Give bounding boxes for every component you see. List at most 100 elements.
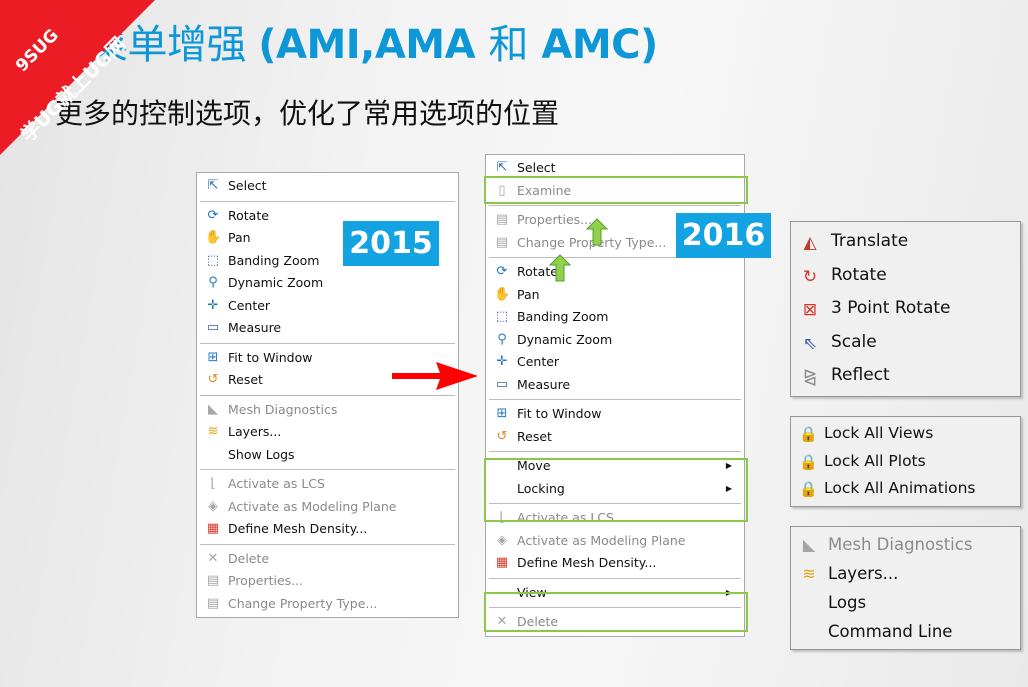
- menu-item-label: Activate as LCS: [228, 476, 325, 491]
- locking-submenu: 🔒 Lock All Views 🔒 Lock All Plots 🔒 Lock All …: [790, 416, 1021, 507]
- menu-item-move[interactable]: Move ▶: [486, 455, 744, 478]
- rotate-icon: ⟳: [496, 264, 508, 279]
- menu-item-logs[interactable]: Logs: [791, 588, 1020, 617]
- mesh-diagnostics-icon: ◣: [208, 401, 218, 417]
- menu-item-layers[interactable]: ≋ Layers...: [791, 559, 1020, 588]
- menu-item-activate-as-lcs[interactable]: ⌊ Activate as LCS: [486, 507, 744, 530]
- select-icon: ⇱: [207, 178, 219, 193]
- dynamic-zoom-icon: ⚲: [497, 331, 507, 347]
- change-property-type-icon: ▤: [206, 595, 220, 611]
- menu-item-activate-as-modeling-plane[interactable]: ◈ Activate as Modeling Plane: [197, 496, 458, 519]
- submenu-arrow-icon: ▶: [725, 483, 732, 493]
- menu-item-label: Select: [517, 160, 556, 175]
- menu-item-mesh-diagnostics[interactable]: ◣ Mesh Diagnostics: [197, 399, 458, 422]
- pan-icon: ✋: [205, 230, 222, 245]
- rotate-move-icon: ↻: [802, 266, 818, 287]
- menu-item-label: Reflect: [831, 365, 890, 385]
- menu-item-label: Locking: [517, 480, 565, 496]
- menu-item-rotate[interactable]: ⟳ Rotate: [486, 261, 744, 284]
- menu-item-properties[interactable]: ▤ Properties...: [197, 570, 458, 593]
- menu-item-dynamic-zoom[interactable]: ⚲ Dynamic Zoom: [197, 272, 458, 295]
- title-en2: AMC): [527, 22, 658, 68]
- banding-zoom-icon: ⬚: [206, 252, 220, 268]
- menu-item-label: Define Mesh Density...: [517, 555, 657, 570]
- menu-item-lock-all-animations[interactable]: 🔒 Lock All Animations: [791, 475, 1020, 503]
- menu-item-select[interactable]: ⇱ Select: [197, 175, 458, 198]
- menu-item-label: Dynamic Zoom: [228, 275, 324, 290]
- reflect-icon: ⧎: [802, 367, 818, 387]
- delete-icon: ✕: [207, 550, 219, 566]
- menu-item-locking[interactable]: Locking ▶: [486, 478, 744, 501]
- menu-item-label: Layers...: [228, 424, 282, 439]
- menu-item-label: Examine: [517, 182, 572, 198]
- activate-lcs-icon: ⌊: [499, 510, 505, 525]
- menu-item-label: Lock All Animations: [824, 479, 976, 497]
- slide-subtitle: 更多的控制选项，优化了常用选项的位置: [55, 97, 560, 130]
- menu-separator: [200, 342, 455, 344]
- menu-item-label: Banding Zoom: [228, 252, 320, 268]
- menu-item-layers[interactable]: ≋ Layers...: [197, 421, 458, 444]
- menu-item-3-point-rotate[interactable]: ⊠ 3 Point Rotate: [791, 292, 1020, 326]
- menu-item-center[interactable]: ✛ Center: [197, 295, 458, 318]
- menu-item-label: Logs: [828, 593, 867, 612]
- menu-item-delete[interactable]: ✕ Delete: [197, 548, 458, 571]
- menu-item-mesh-diagnostics[interactable]: ◣ Mesh Diagnostics: [791, 530, 1020, 559]
- menu-item-examine[interactable]: ▯ Examine: [486, 180, 744, 203]
- properties-icon: ▤: [495, 212, 509, 227]
- menu-item-label: Fit to Window: [517, 406, 602, 421]
- fit-to-window-icon: ⊞: [496, 406, 508, 421]
- menu-item-label: Rotate: [831, 264, 887, 285]
- menu-item-show-logs[interactable]: Show Logs: [197, 444, 458, 467]
- menu-item-activate-as-modeling-plane[interactable]: ◈ Activate as Modeling Plane: [486, 530, 744, 553]
- menu-item-define-mesh-density[interactable]: ▦ Define Mesh Density...: [486, 552, 744, 575]
- menu-item-label: Dynamic Zoom: [517, 331, 613, 347]
- menu-separator: [200, 394, 455, 396]
- menu-separator: [489, 205, 741, 206]
- menu-item-label: Pan: [228, 230, 251, 245]
- menu-item-fit-to-window[interactable]: ⊞ Fit to Window: [486, 403, 744, 426]
- menu-item-command-line[interactable]: Command Line: [791, 617, 1020, 646]
- menu-item-label: Properties...: [228, 573, 304, 588]
- move-submenu: ◭ Translate ↻ Rotate ⊠ 3 Point Rotate ⇖ Scale ⧎ R…: [790, 221, 1021, 397]
- menu-item-reset[interactable]: ↺ Reset: [486, 426, 744, 449]
- measure-icon: ▭: [495, 376, 509, 392]
- menu-item-label: Fit to Window: [228, 349, 313, 365]
- menu-item-pan[interactable]: ✋ Pan: [486, 284, 744, 307]
- menu-item-change-property-type[interactable]: ▤ Change Property Type...: [197, 593, 458, 616]
- menu-item-select[interactable]: ⇱ Select: [486, 157, 744, 180]
- menu-item-measure[interactable]: ▭ Measure: [486, 374, 744, 397]
- menu-item-activate-as-lcs[interactable]: ⌊ Activate as LCS: [197, 473, 458, 496]
- menu-item-lock-all-plots[interactable]: 🔒 Lock All Plots: [791, 448, 1020, 476]
- menu-item-label: Mesh Diagnostics: [828, 535, 973, 554]
- menu-item-measure[interactable]: ▭ Measure: [197, 317, 458, 340]
- menu-separator: [489, 503, 741, 504]
- menu-item-label: Center: [517, 354, 560, 369]
- submenu-arrow-icon: ▶: [725, 461, 732, 470]
- menu-separator: [489, 399, 741, 400]
- menu-item-view[interactable]: View ▶: [486, 582, 744, 605]
- menu-item-label: Center: [228, 297, 271, 313]
- slide-title: 菜单增强 (AMI,AMA 和 AMC): [88, 12, 658, 70]
- menu-item-lock-all-views[interactable]: 🔒 Lock All Views: [791, 420, 1020, 448]
- title-en: (AMI,AMA: [258, 22, 489, 68]
- menu-item-rotate[interactable]: ↻ Rotate: [791, 259, 1020, 293]
- examine-icon: ▯: [498, 182, 506, 198]
- menu-item-center[interactable]: ✛ Center: [486, 351, 744, 374]
- menu-item-label: Reset: [517, 428, 552, 444]
- delete-icon: ✕: [496, 614, 508, 629]
- menu-item-delete[interactable]: ✕ Delete: [486, 611, 744, 634]
- menu-item-define-mesh-density[interactable]: ▦ Define Mesh Density...: [197, 518, 458, 541]
- menu-item-reflect[interactable]: ⧎ Reflect: [791, 359, 1020, 393]
- center-icon: ✛: [496, 354, 508, 369]
- activate-lcs-icon: ⌊: [210, 476, 216, 491]
- layers-icon: ≋: [802, 564, 816, 583]
- menu-item-scale[interactable]: ⇖ Scale: [791, 326, 1020, 360]
- menu-item-dynamic-zoom[interactable]: ⚲ Dynamic Zoom: [486, 329, 744, 352]
- menu-item-translate[interactable]: ◭ Translate: [791, 225, 1020, 259]
- menu-separator: [200, 543, 455, 545]
- banding-zoom-icon: ⬚: [495, 309, 509, 324]
- menu-item-label: Properties...: [517, 212, 593, 227]
- menu-item-label: View: [517, 584, 547, 600]
- menu-item-banding-zoom[interactable]: ⬚ Banding Zoom: [486, 306, 744, 329]
- up-arrow-1: [586, 218, 608, 246]
